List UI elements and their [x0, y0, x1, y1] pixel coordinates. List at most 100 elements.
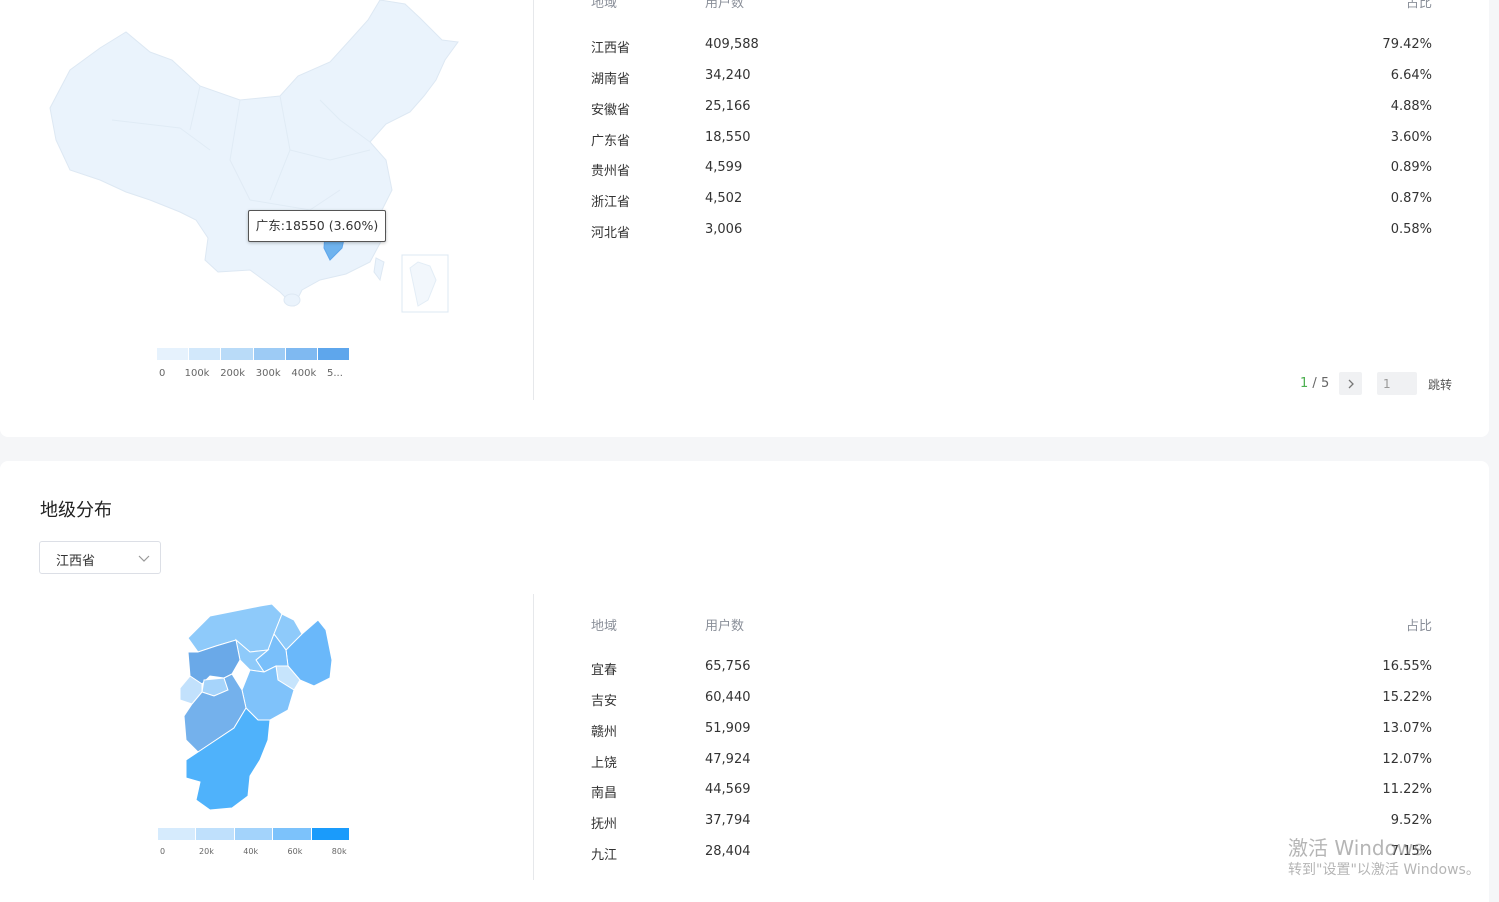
region-cell: 抚州: [591, 817, 618, 832]
table-row: 赣州 51,909 13.07%: [591, 721, 1432, 741]
table-row: 广东省 18,550 3.60%: [591, 130, 1432, 150]
province-col-share: 占比: [1405, 0, 1432, 11]
users-cell: 25,166: [705, 99, 751, 114]
region-cell: 吉安: [591, 694, 618, 709]
table-row: 吉安 60,440 15.22%: [591, 690, 1432, 710]
users-cell: 60,440: [705, 690, 751, 705]
legend-segment: [157, 348, 190, 360]
city-color-legend: [158, 828, 350, 840]
share-cell: 0.89%: [1390, 160, 1432, 175]
share-cell: 0.87%: [1390, 191, 1432, 206]
region-cell: 江西省: [591, 41, 631, 56]
pagination-current: 1: [1300, 376, 1309, 391]
province-select[interactable]: 江西省: [39, 541, 161, 574]
region-cell: 南昌: [591, 786, 618, 801]
share-cell: 79.42%: [1382, 37, 1432, 52]
share-cell: 11.22%: [1382, 782, 1432, 797]
users-cell: 3,006: [705, 222, 743, 237]
legend-segment: [253, 348, 286, 360]
region-cell: 赣州: [591, 725, 618, 740]
section-title: 地级分布: [40, 500, 112, 521]
table-row: 抚州 37,794 9.52%: [591, 813, 1432, 833]
users-cell: 51,909: [705, 721, 751, 736]
users-cell: 18,550: [705, 130, 751, 145]
table-row: 上饶 47,924 12.07%: [591, 752, 1432, 772]
chevron-right-icon: [1348, 379, 1354, 388]
legend-segment: [273, 828, 312, 840]
chevron-down-icon: [138, 555, 150, 562]
legend-tick-label: 0: [159, 368, 166, 379]
city-col-share: 占比: [1405, 619, 1432, 634]
users-cell: 4,599: [705, 160, 743, 175]
legend-segment: [196, 828, 235, 840]
legend-segment: [317, 348, 350, 360]
region-cell: 九江: [591, 848, 618, 863]
table-row: 江西省 409,588 79.42%: [591, 37, 1432, 57]
table-row: 湖南省 34,240 6.64%: [591, 68, 1432, 88]
table-row: 浙江省 4,502 0.87%: [591, 191, 1432, 211]
share-cell: 15.22%: [1382, 690, 1432, 705]
city-col-region: 地域: [591, 619, 618, 634]
table-row: 贵州省 4,599 0.89%: [591, 160, 1432, 180]
china-map[interactable]: [40, 0, 510, 320]
region-cell: 贵州省: [591, 164, 631, 179]
share-cell: 3.60%: [1390, 130, 1432, 145]
legend-segment: [285, 348, 318, 360]
users-cell: 28,404: [705, 844, 751, 859]
region-cell: 宜春: [591, 663, 618, 678]
users-cell: 65,756: [705, 659, 751, 674]
region-cell: 广东省: [591, 134, 631, 149]
legend-tick-label: 40k: [243, 847, 259, 856]
share-cell: 9.52%: [1390, 813, 1432, 828]
legend-tick-label: 5...: [327, 368, 343, 379]
users-cell: 37,794: [705, 813, 751, 828]
share-cell: 13.07%: [1382, 721, 1432, 736]
users-cell: 409,588: [705, 37, 759, 52]
table-row: 河北省 3,006 0.58%: [591, 222, 1432, 242]
share-cell: 0.58%: [1390, 222, 1432, 237]
share-cell: 4.88%: [1390, 99, 1432, 114]
pagination-status: 1 / 5: [1300, 376, 1329, 391]
region-cell: 上饶: [591, 756, 618, 771]
legend-segment: [221, 348, 254, 360]
legend-tick-label: 0: [160, 847, 166, 856]
share-cell: 12.07%: [1382, 752, 1432, 767]
province-col-region: 地域: [591, 0, 618, 11]
users-cell: 44,569: [705, 782, 751, 797]
region-cell: 浙江省: [591, 195, 631, 210]
legend-tick-label: 300k: [255, 368, 281, 379]
legend-segment: [158, 828, 197, 840]
region-cell: 安徽省: [591, 103, 631, 118]
next-page-button[interactable]: [1339, 372, 1362, 395]
legend-tick-label: 100k: [184, 368, 210, 379]
region-cell: 湖南省: [591, 72, 631, 87]
pagination-separator: /: [1312, 376, 1321, 391]
region-cell: 河北省: [591, 226, 631, 241]
users-cell: 34,240: [705, 68, 751, 83]
city-divider: [533, 594, 534, 880]
map-tooltip: 广东:18550 (3.60%): [248, 210, 386, 242]
users-cell: 4,502: [705, 191, 743, 206]
pagination-total: 5: [1320, 376, 1330, 391]
page-jump-input[interactable]: [1377, 372, 1417, 395]
province-color-legend: [157, 348, 350, 360]
share-cell: 16.55%: [1382, 659, 1432, 674]
jump-button[interactable]: 跳转: [1428, 376, 1452, 393]
province-divider: [533, 0, 534, 400]
city-col-users: 用户数: [705, 619, 745, 634]
legend-tick-label: 20k: [199, 847, 214, 856]
legend-segment: [189, 348, 222, 360]
jiangxi-map[interactable]: [170, 600, 340, 815]
share-cell: 6.64%: [1390, 68, 1432, 83]
legend-tick-label: 400k: [291, 368, 317, 379]
table-row: 安徽省 25,166 4.88%: [591, 99, 1432, 119]
users-cell: 47,924: [705, 752, 751, 767]
table-row: 宜春 65,756 16.55%: [591, 659, 1432, 679]
windows-activation-title: 激活 Windows: [1288, 836, 1424, 860]
legend-segment: [311, 828, 350, 840]
legend-tick-label: 200k: [220, 368, 246, 379]
province-select-value: 江西省: [56, 554, 96, 569]
legend-segment: [234, 828, 274, 840]
province-col-users: 用户数: [705, 0, 745, 11]
windows-activation-hint: 转到"设置"以激活 Windows。: [1288, 862, 1480, 878]
